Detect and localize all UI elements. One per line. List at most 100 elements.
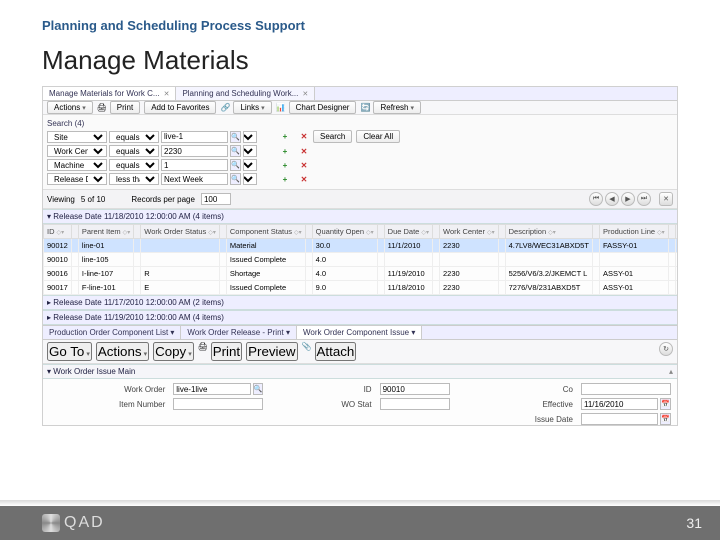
item-input[interactable] [173, 398, 263, 410]
cell: 7276/V8/231ABXD5T [505, 281, 592, 295]
issdate-input[interactable] [581, 413, 658, 425]
search-extra-select[interactable] [243, 145, 257, 157]
slide-title: Manage Materials [0, 41, 720, 86]
search-value-input[interactable] [161, 131, 228, 143]
group-header[interactable]: ▾ Release Date 11/18/2010 12:00:00 AM (4… [43, 209, 677, 224]
lookup-icon[interactable]: 🔍 [253, 383, 264, 395]
add-row-icon[interactable]: + [275, 161, 295, 170]
add-row-icon[interactable]: + [275, 147, 295, 156]
search-button[interactable]: Search [313, 130, 352, 143]
goto-menu[interactable]: Go To [47, 342, 92, 361]
page-next-button[interactable]: ▶ [621, 192, 635, 206]
refresh-menu[interactable]: Refresh [373, 101, 421, 114]
search-extra-select[interactable] [243, 173, 257, 185]
close-icon[interactable]: ✕ [302, 91, 308, 98]
column-header[interactable]: Work Center◇▾ [440, 225, 499, 239]
lookup-icon[interactable]: 🔍 [230, 131, 241, 143]
clear-all-button[interactable]: Clear All [356, 130, 400, 143]
search-field-select[interactable]: Machine [47, 159, 107, 171]
detail-reload-button[interactable]: ↻ [659, 342, 673, 356]
lookup-icon[interactable]: 🔍 [230, 159, 241, 171]
detail-print-button[interactable]: Print [211, 342, 242, 361]
column-header[interactable]: Component Status◇▾ [226, 225, 305, 239]
work-order-input[interactable] [173, 383, 250, 395]
wostat-input[interactable] [380, 398, 450, 410]
links-menu[interactable]: Links [233, 101, 271, 114]
column-header[interactable]: ID◇▾ [44, 225, 72, 239]
search-value-input[interactable] [161, 159, 228, 171]
search-extra-select[interactable] [243, 131, 257, 143]
search-field-select[interactable]: Release Date [47, 173, 107, 185]
subtab-wo-component-issue[interactable]: Work Order Component Issue ▾ [297, 326, 422, 339]
add-row-icon[interactable]: + [275, 175, 295, 184]
id-input[interactable] [380, 383, 450, 395]
column-header[interactable] [377, 225, 384, 239]
column-header[interactable]: Quantity Open◇▾ [312, 225, 377, 239]
search-op-select[interactable]: less than [109, 173, 159, 185]
actions-menu[interactable]: Actions [47, 101, 93, 114]
co-input[interactable] [581, 383, 671, 395]
column-header[interactable] [71, 225, 78, 239]
delete-row-icon[interactable]: ✕ [297, 175, 311, 184]
lookup-icon[interactable]: 🔍 [230, 145, 241, 157]
effdate-input[interactable] [581, 398, 658, 410]
print-button[interactable]: Print [110, 101, 140, 114]
column-header[interactable] [305, 225, 312, 239]
search-value-input[interactable] [161, 173, 228, 185]
column-header[interactable]: Operation◇▾ [675, 225, 677, 239]
attach-button[interactable]: Attach [315, 342, 357, 361]
subtab-wo-release-print[interactable]: Work Order Release - Print ▾ [181, 326, 297, 339]
page-stop-button[interactable]: ✕ [659, 192, 673, 206]
delete-row-icon[interactable]: ✕ [297, 147, 311, 156]
search-value-input[interactable] [161, 145, 228, 157]
subtab-component-list[interactable]: Production Order Component List ▾ [43, 326, 181, 339]
detail-section-header[interactable]: ▾ Work Order Issue Main ▴ [43, 364, 677, 379]
column-header[interactable]: Production Line◇▾ [599, 225, 668, 239]
tab-manage-materials[interactable]: Manage Materials for Work C...✕ [43, 87, 176, 100]
column-header[interactable] [668, 225, 675, 239]
group-footer[interactable]: ▸ Release Date 11/17/2010 12:00:00 AM (2… [43, 295, 677, 310]
preview-button[interactable]: Preview [246, 342, 297, 361]
detail-actions-menu[interactable]: Actions [96, 342, 149, 361]
delete-row-icon[interactable]: ✕ [297, 161, 311, 170]
search-op-select[interactable]: equals [109, 145, 159, 157]
column-header[interactable]: Description◇▾ [505, 225, 592, 239]
add-favorites-button[interactable]: Add to Favorites [144, 101, 216, 114]
column-header[interactable]: Parent Item◇▾ [78, 225, 133, 239]
column-header[interactable] [219, 225, 226, 239]
close-icon[interactable]: ✕ [164, 91, 170, 98]
pager: ⏮ ◀ ▶ ⏭ ✕ [589, 192, 673, 206]
table-row[interactable]: 90017F-line-101EIssued Complete9.011/18/… [44, 281, 678, 295]
search-op-select[interactable]: equals [109, 131, 159, 143]
column-header[interactable] [134, 225, 141, 239]
delete-row-icon[interactable]: ✕ [297, 132, 311, 141]
add-row-icon[interactable]: + [275, 132, 295, 141]
column-header[interactable] [592, 225, 599, 239]
table-row[interactable]: 90012line-01Material30.011/1/201022304.7… [44, 239, 678, 253]
search-extra-select[interactable] [243, 159, 257, 171]
search-field-select[interactable]: Work Center [47, 145, 107, 157]
page-first-button[interactable]: ⏮ [589, 192, 603, 206]
table-row[interactable]: 90016I-line-107RShortage4.011/19/2010223… [44, 267, 678, 281]
cell [141, 253, 220, 267]
cell: Shortage [226, 267, 305, 281]
copy-menu[interactable]: Copy [153, 342, 194, 361]
rpp-input[interactable] [201, 193, 231, 205]
search-op-select[interactable]: equals [109, 159, 159, 171]
column-header[interactable] [433, 225, 440, 239]
calendar-icon[interactable]: 📅 [660, 413, 671, 425]
table-row[interactable]: 90010line-105Issued Complete4.0 [44, 253, 678, 267]
column-header[interactable]: Work Order Status◇▾ [141, 225, 220, 239]
calendar-icon[interactable]: 📅 [660, 398, 671, 410]
collapse-icon[interactable]: ▴ [669, 367, 673, 376]
tab-planning-scheduling[interactable]: Planning and Scheduling Work...✕ [176, 87, 315, 100]
column-header[interactable]: Due Date◇▾ [384, 225, 432, 239]
grid-scroll[interactable]: ID◇▾ Parent Item◇▾ Work Order Status◇▾ Comp… [43, 224, 677, 295]
lookup-icon[interactable]: 🔍 [230, 173, 241, 185]
page-prev-button[interactable]: ◀ [605, 192, 619, 206]
page-last-button[interactable]: ⏭ [637, 192, 651, 206]
column-header[interactable] [498, 225, 505, 239]
chart-designer-button[interactable]: Chart Designer [289, 101, 357, 114]
group-footer[interactable]: ▸ Release Date 11/19/2010 12:00:00 AM (4… [43, 310, 677, 325]
search-field-select[interactable]: Site [47, 131, 107, 143]
